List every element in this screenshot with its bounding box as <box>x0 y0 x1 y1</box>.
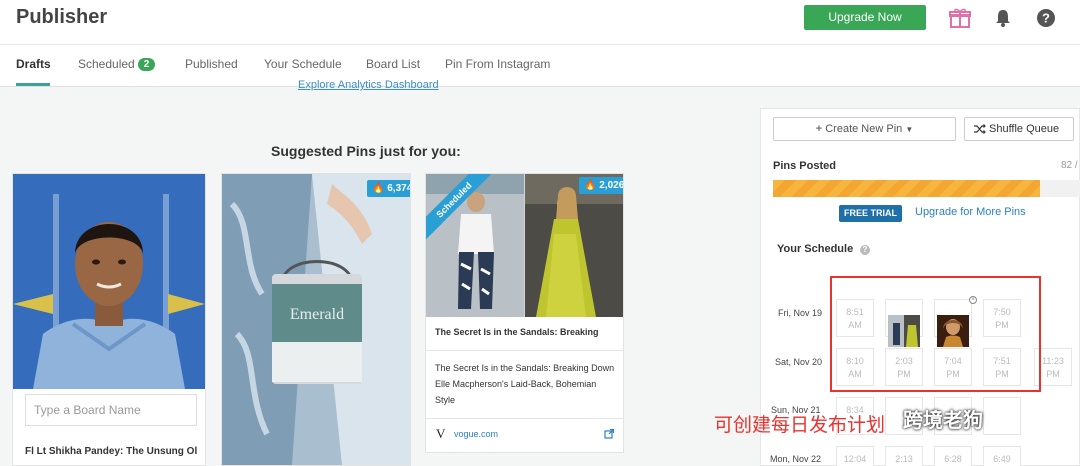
can-label: Emerald <box>290 306 344 323</box>
tab-board-list[interactable]: Board List <box>366 57 420 71</box>
pins-posted-progress <box>773 180 1080 197</box>
active-tab-indicator <box>16 83 50 86</box>
info-icon[interactable]: ? <box>860 245 870 255</box>
annotation-highlight-box <box>830 276 1041 392</box>
flame-icon: 🔥 <box>584 180 597 191</box>
suggested-pin-card: Scheduled 🔥 2,026 The Secret Is in the S… <box>425 173 624 453</box>
flame-icon: 🔥 <box>372 183 385 194</box>
caret-down-icon: ▼ <box>905 125 914 134</box>
repin-count-badge: 🔥 2,026 <box>579 177 623 194</box>
app-header: Publisher Upgrade Now ? <box>0 0 1080 44</box>
repin-count-badge: 🔥 6,374 <box>367 180 410 197</box>
external-link-icon[interactable] <box>604 429 614 439</box>
schedule-day-label: Sat, Nov 20 <box>775 357 823 367</box>
upgrade-more-pins-link[interactable]: Upgrade for More Pins <box>915 206 1026 218</box>
help-icon[interactable]: ? <box>1035 7 1057 29</box>
pin-image[interactable]: Emerald <box>222 174 410 465</box>
your-schedule-heading: Your Schedule <box>777 243 854 255</box>
tab-published[interactable]: Published <box>185 57 238 71</box>
shuffle-icon <box>974 124 986 134</box>
app-title: Publisher <box>16 6 108 28</box>
pin-source-link[interactable]: vogue.com <box>454 429 498 439</box>
schedule-slot[interactable]: 2:13 <box>885 446 923 466</box>
schedule-slot[interactable]: 6:28 <box>934 446 972 466</box>
suggested-pins-title: Suggested Pins just for you: <box>271 143 461 159</box>
pins-posted-count: 82 / <box>1061 160 1078 171</box>
vogue-logo-icon: V <box>436 426 446 441</box>
watermark-text: 跨境老狗 <box>903 408 983 432</box>
tab-bar: Drafts Scheduled 2 Published Your Schedul… <box>0 44 1080 87</box>
tab-drafts[interactable]: Drafts <box>16 57 51 71</box>
bell-icon[interactable] <box>992 7 1014 29</box>
board-name-input[interactable]: Type a Board Name <box>25 394 197 426</box>
scheduled-count-badge: 2 <box>137 58 156 71</box>
pin-title: The Secret Is in the Sandals: Breaking <box>435 327 599 337</box>
pin-caption: Fl Lt Shikha Pandey: The Unsung Ol <box>25 446 198 457</box>
schedule-slot[interactable]: 6:49 <box>983 446 1021 466</box>
pin-description: The Secret Is in the Sandals: Breaking D… <box>435 363 615 405</box>
tab-pin-from-instagram[interactable]: Pin From Instagram <box>445 57 550 71</box>
pins-posted-label: Pins Posted <box>773 160 836 172</box>
divider <box>426 350 623 351</box>
plus-icon: + <box>815 123 823 135</box>
create-new-pin-button[interactable]: + Create New Pin ▼ <box>773 117 956 141</box>
free-trial-badge: FREE TRIAL <box>839 205 902 222</box>
suggested-pin-card: Emerald 🔥 6,374 <box>221 173 411 466</box>
gift-icon[interactable] <box>949 7 971 29</box>
annotation-text: 可创建每日发布计划 <box>714 414 886 436</box>
tab-your-schedule[interactable]: Your Schedule <box>264 57 342 71</box>
tab-scheduled[interactable]: Scheduled 2 <box>78 57 156 71</box>
schedule-slot[interactable] <box>983 397 1021 435</box>
schedule-day-label: Mon, Nov 22 <box>770 454 822 464</box>
suggested-pin-card: Type a Board Name Fl Lt Shikha Pandey: T… <box>12 173 206 466</box>
progress-fill <box>773 180 1041 197</box>
divider <box>426 418 623 419</box>
upgrade-now-button[interactable]: Upgrade Now <box>804 5 926 30</box>
shuffle-queue-button[interactable]: Shuffle Queue <box>964 117 1074 141</box>
explore-analytics-link[interactable]: Explore Analytics Dashboard <box>298 79 439 91</box>
schedule-slot[interactable]: 12:04 <box>836 446 874 466</box>
pin-image[interactable] <box>13 174 205 389</box>
svg-text:?: ? <box>1042 11 1050 26</box>
schedule-day-label: Fri, Nov 19 <box>778 308 823 318</box>
